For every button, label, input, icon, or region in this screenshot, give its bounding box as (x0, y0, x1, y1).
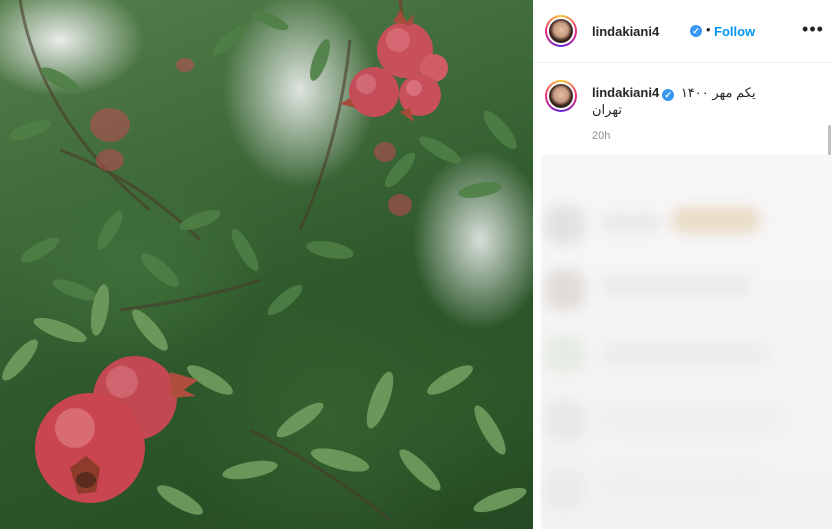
blur-patch (545, 205, 585, 245)
avatar-photo (549, 19, 573, 43)
caption-author-avatar[interactable] (545, 80, 577, 112)
blur-patch (601, 475, 761, 497)
post-header: lindakiani4 ✓ • Follow ••• (533, 0, 832, 63)
blur-patch (601, 343, 771, 365)
blur-patch (545, 470, 585, 510)
post-side-panel: lindakiani4 ✓ • Follow ••• lindakiani4 ✓ … (533, 0, 832, 529)
post-timestamp[interactable]: 20h (592, 130, 610, 142)
caption-location: تهران (592, 102, 622, 117)
blur-patch (671, 207, 761, 233)
pomegranate-tree-photo (2, 0, 527, 522)
blur-patch (545, 335, 585, 373)
blur-patch (601, 407, 781, 429)
verified-badge-icon: ✓ (662, 89, 675, 101)
blur-patch (545, 400, 585, 440)
post-image[interactable] (0, 0, 533, 529)
caption-line: lindakiani4 ✓ یکم مهر ۱۴۰۰ (592, 85, 756, 101)
author-username[interactable]: lindakiani4 (592, 24, 659, 39)
blurred-comments-area (541, 155, 832, 529)
more-options-icon[interactable]: ••• (801, 20, 825, 40)
blur-patch (601, 275, 751, 297)
blur-patch (545, 270, 585, 310)
caption-section: lindakiani4 ✓ یکم مهر ۱۴۰۰ تهران 20h (533, 63, 832, 217)
verified-badge-icon: ✓ (690, 25, 702, 37)
avatar-photo (549, 84, 573, 108)
caption-text: یکم مهر ۱۴۰۰ (680, 85, 756, 100)
caption-username[interactable]: lindakiani4 (592, 85, 659, 100)
follow-button[interactable]: Follow (714, 24, 755, 39)
separator-dot: • (706, 22, 711, 37)
blur-patch (601, 213, 661, 233)
author-avatar[interactable] (545, 15, 577, 47)
